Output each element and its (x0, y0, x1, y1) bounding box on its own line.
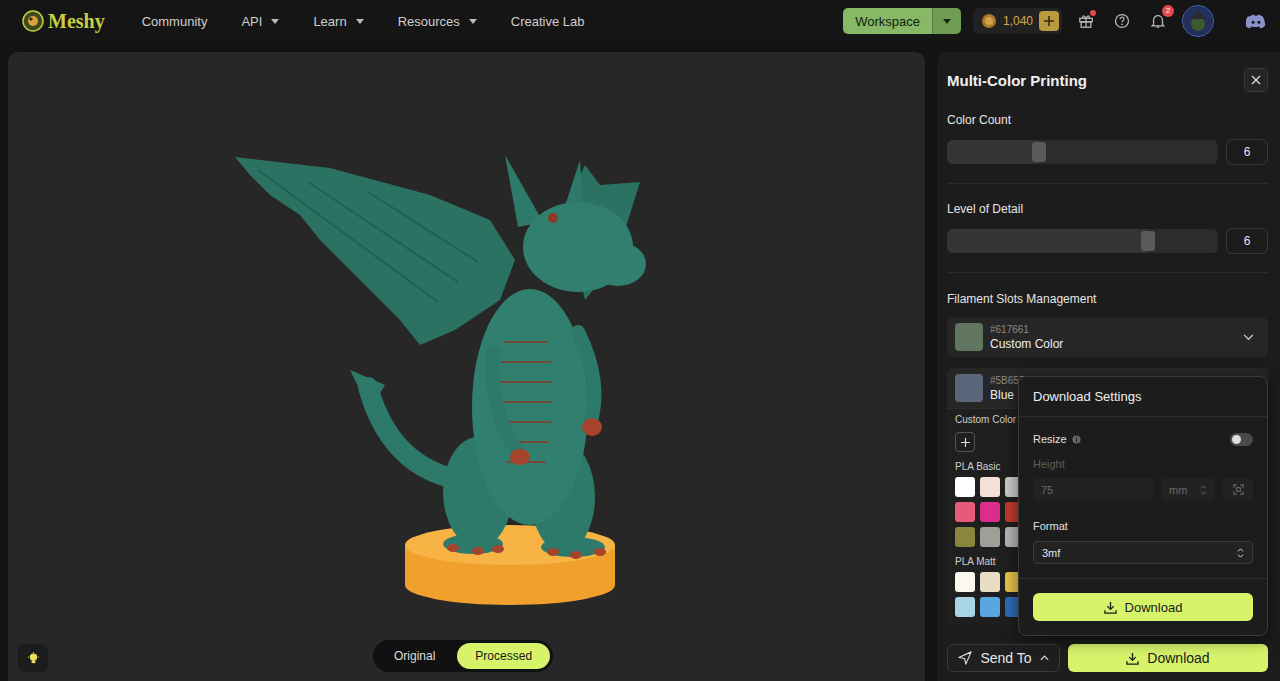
send-icon (958, 651, 972, 665)
slot-swatch[interactable] (955, 374, 983, 402)
slider-thumb[interactable] (1141, 231, 1155, 251)
top-bar: Meshy Community API Learn Resources Crea… (0, 0, 1280, 42)
scale-button[interactable] (1223, 478, 1253, 501)
notifications-button[interactable]: 2 (1146, 9, 1170, 33)
color-swatch[interactable] (955, 527, 975, 547)
caret-down-icon (271, 19, 279, 24)
color-swatch[interactable] (980, 477, 1000, 497)
color-swatch[interactable] (955, 597, 975, 617)
resize-toggle[interactable] (1230, 433, 1253, 446)
view-toggle-option[interactable]: Processed (457, 643, 550, 669)
close-icon (1251, 75, 1261, 85)
color-swatch[interactable] (980, 527, 1000, 547)
multi-color-panel: Multi-Color Printing Color Count 6Level … (937, 52, 1280, 681)
chevron-icon (1243, 334, 1254, 341)
height-input[interactable]: 75 (1033, 478, 1153, 501)
nav-link[interactable]: Creative Lab (511, 14, 585, 29)
download-button[interactable]: Download (1068, 644, 1268, 672)
tips-button[interactable] (18, 644, 48, 672)
download-icon (1126, 652, 1139, 665)
send-to-button[interactable]: Send To (947, 644, 1060, 672)
view-toggle: OriginalProcessed (373, 640, 553, 672)
lightbulb-icon (27, 652, 40, 665)
add-credits-button[interactable] (1039, 11, 1059, 31)
color-swatch[interactable] (955, 477, 975, 497)
discord-icon (1246, 14, 1266, 29)
gift-button[interactable] (1074, 9, 1098, 33)
slider[interactable] (947, 229, 1218, 253)
logo-text: Meshy (48, 10, 105, 33)
notification-badge: 2 (1162, 5, 1174, 17)
model-viewport[interactable]: OriginalProcessed (8, 52, 925, 681)
nav-link[interactable]: Community (142, 14, 208, 29)
workspace-button[interactable]: Workspace (843, 8, 961, 34)
caret-down-icon (356, 19, 364, 24)
main: OriginalProcessed Multi-Color Printing C… (0, 42, 1280, 681)
top-right: Workspace 1,040 2 (843, 5, 1268, 37)
avatar[interactable] (1182, 5, 1214, 37)
nav: Community API Learn Resources Creative L… (142, 14, 585, 29)
logo-icon (22, 10, 44, 32)
nav-link[interactable]: Resources (398, 14, 477, 29)
add-custom-color-button[interactable] (955, 432, 975, 452)
filament-slot: #617661 Custom Color (947, 317, 1268, 357)
nav-link[interactable]: Learn (313, 14, 363, 29)
color-swatch[interactable] (980, 502, 1000, 522)
help-icon (1114, 13, 1130, 29)
discord-button[interactable] (1244, 9, 1268, 33)
plus-icon (1043, 15, 1055, 27)
caret-down-icon (943, 19, 951, 24)
help-button[interactable] (1110, 9, 1134, 33)
credits[interactable]: 1,040 (973, 8, 1062, 34)
slider-section: Color Count 6 (947, 108, 1268, 184)
slider-value[interactable]: 6 (1226, 139, 1268, 165)
unit-select[interactable]: mm (1161, 478, 1215, 501)
slot-swatch[interactable] (955, 323, 983, 351)
view-toggle-option[interactable]: Original (376, 643, 453, 669)
info-icon (1072, 435, 1081, 444)
close-button[interactable] (1244, 68, 1268, 92)
workspace-dropdown[interactable] (932, 8, 961, 34)
plus-icon (961, 438, 970, 447)
popup-download-button[interactable]: Download (1033, 593, 1253, 621)
slider-thumb[interactable] (1032, 142, 1046, 162)
slider[interactable] (947, 140, 1218, 164)
chevron-up-icon (1040, 655, 1049, 661)
dragon-model[interactable] (8, 52, 925, 681)
color-swatch[interactable] (980, 597, 1000, 617)
download-icon (1104, 601, 1117, 614)
download-settings-popup: Download Settings Resize Height 75 mm Fo… (1018, 376, 1268, 636)
color-swatch[interactable] (955, 572, 975, 592)
updown-icon (1200, 485, 1207, 495)
panel-header: Multi-Color Printing (947, 52, 1268, 108)
avatar-icon (1183, 6, 1213, 36)
nav-link[interactable]: API (241, 14, 279, 29)
slider-section: Level of Detail 6 (947, 184, 1268, 273)
color-swatch[interactable] (955, 502, 975, 522)
app: Meshy Community API Learn Resources Crea… (0, 0, 1280, 681)
logo[interactable]: Meshy (22, 10, 105, 33)
updown-icon (1237, 548, 1244, 558)
coin-icon (981, 13, 997, 29)
color-swatch[interactable] (980, 572, 1000, 592)
panel-footer: Send To Download (947, 632, 1268, 672)
filament-slot-header[interactable]: #617661 Custom Color (947, 317, 1268, 357)
scale-icon (1233, 484, 1244, 495)
format-select[interactable]: 3mf (1033, 541, 1253, 564)
new-dot (1090, 10, 1096, 16)
slider-value[interactable]: 6 (1226, 228, 1268, 254)
popup-title: Download Settings (1019, 377, 1267, 417)
caret-down-icon (469, 19, 477, 24)
